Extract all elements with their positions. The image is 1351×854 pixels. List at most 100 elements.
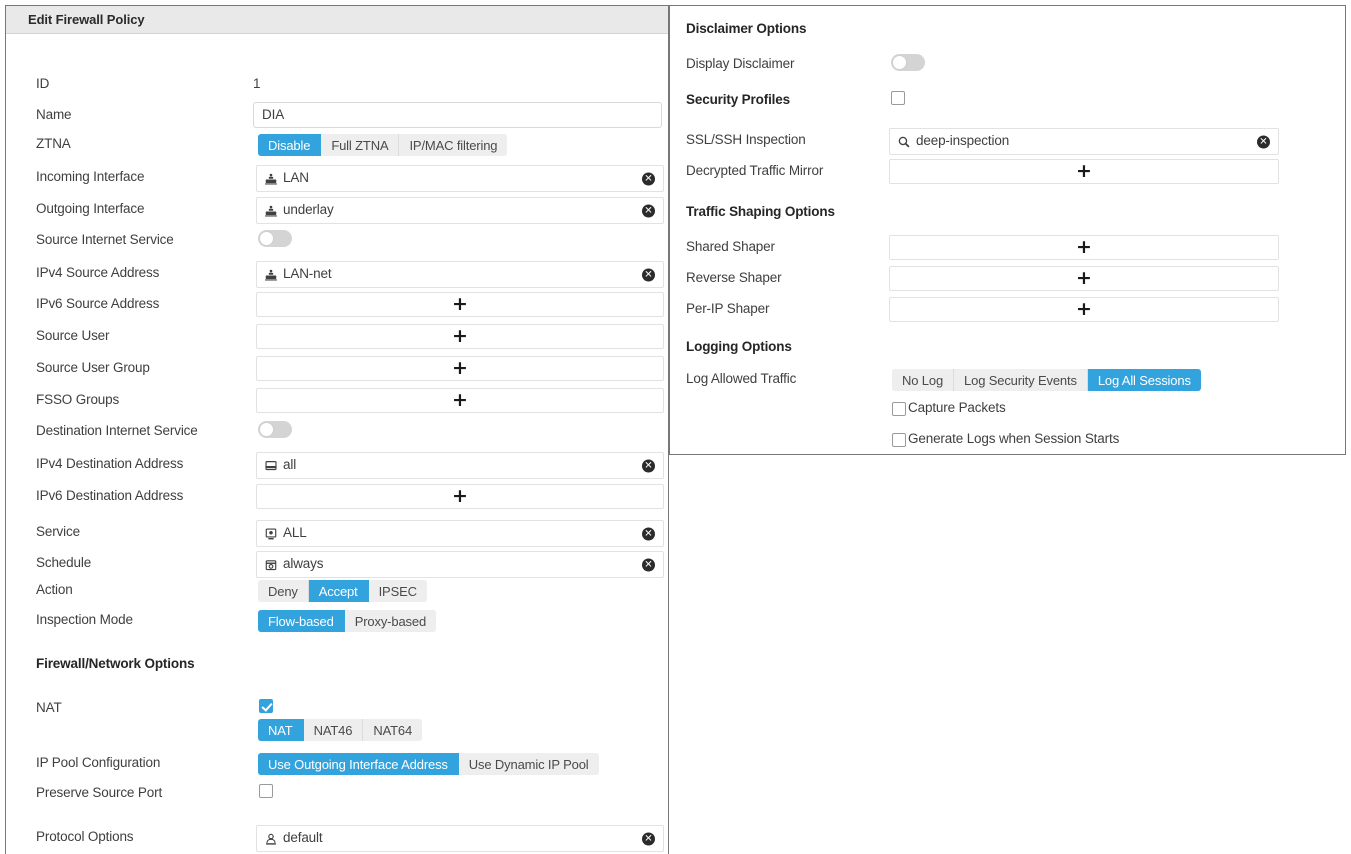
nat-mode-option-nat46[interactable]: NAT46 (304, 719, 364, 741)
ztna-segmented-control[interactable]: Disable Full ZTNA IP/MAC filtering (258, 134, 507, 156)
shared-shaper-field[interactable]: + (889, 235, 1279, 260)
service-clear-icon[interactable]: ✕ (642, 527, 655, 540)
ipv6-destination-address-field[interactable]: + (256, 484, 664, 509)
name-input-value: DIA (262, 107, 284, 122)
ipv4-source-address-label: IPv4 Source Address (36, 265, 159, 280)
outgoing-interface-value: underlay (283, 202, 334, 217)
ssl-ssh-inspection-field[interactable]: deep-inspection ✕ (889, 128, 1279, 155)
toggle-knob (259, 422, 274, 437)
ssl-ssh-inspection-label: SSL/SSH Inspection (686, 132, 806, 147)
source-user-group-label: Source User Group (36, 360, 150, 375)
incoming-interface-field[interactable]: LAN ✕ (256, 165, 664, 192)
interface-icon (264, 268, 278, 282)
toggle-knob (892, 55, 907, 70)
nat-label: NAT (36, 700, 62, 715)
disclaimer-options-heading: Disclaimer Options (686, 21, 806, 36)
id-value: 1 (253, 76, 261, 91)
logging-options-heading: Logging Options (686, 339, 792, 354)
service-label: Service (36, 524, 80, 539)
ipv4-destination-address-value: all (283, 457, 296, 472)
security-profiles-checkbox[interactable] (891, 91, 905, 105)
ztna-option-ip-mac-filtering[interactable]: IP/MAC filtering (399, 134, 507, 156)
source-internet-service-toggle[interactable] (258, 230, 292, 247)
incoming-interface-label: Incoming Interface (36, 169, 144, 184)
incoming-interface-value: LAN (283, 170, 309, 185)
add-icon[interactable]: + (257, 325, 663, 348)
preserve-source-port-label: Preserve Source Port (36, 785, 162, 800)
outgoing-interface-field[interactable]: underlay ✕ (256, 197, 664, 224)
ipv4-destination-address-clear-icon[interactable]: ✕ (642, 459, 655, 472)
ip-pool-option-use-outgoing-interface-address[interactable]: Use Outgoing Interface Address (258, 753, 459, 775)
policy-options-panel: Disclaimer Options Display Disclaimer Se… (669, 5, 1346, 455)
preserve-source-port-checkbox[interactable] (259, 784, 273, 798)
ssl-ssh-inspection-clear-icon[interactable]: ✕ (1257, 135, 1270, 148)
decrypted-traffic-mirror-field[interactable]: + (889, 159, 1279, 184)
ipv6-source-address-label: IPv6 Source Address (36, 296, 159, 311)
generate-logs-checkbox[interactable] (892, 433, 906, 447)
inspection-mode-option-proxy-based[interactable]: Proxy-based (345, 610, 436, 632)
ipv4-source-address-clear-icon[interactable]: ✕ (642, 268, 655, 281)
add-icon[interactable]: + (257, 357, 663, 380)
nat-mode-segmented-control[interactable]: NAT NAT46 NAT64 (258, 719, 422, 741)
schedule-clear-icon[interactable]: ✕ (642, 558, 655, 571)
reverse-shaper-field[interactable]: + (889, 266, 1279, 291)
outgoing-interface-clear-icon[interactable]: ✕ (642, 204, 655, 217)
add-icon[interactable]: + (890, 298, 1278, 321)
nat-mode-option-nat64[interactable]: NAT64 (363, 719, 422, 741)
schedule-value: always (283, 556, 323, 571)
schedule-field[interactable]: always ✕ (256, 551, 664, 578)
ssl-ssh-inspection-value: deep-inspection (916, 133, 1009, 148)
ip-pool-option-use-dynamic-ip-pool[interactable]: Use Dynamic IP Pool (459, 753, 599, 775)
inspection-mode-segmented-control[interactable]: Flow-based Proxy-based (258, 610, 436, 632)
per-ip-shaper-field[interactable]: + (889, 297, 1279, 322)
protocol-options-field[interactable]: default ✕ (256, 825, 664, 852)
generate-logs-label: Generate Logs when Session Starts (908, 431, 1119, 446)
add-icon[interactable]: + (257, 293, 663, 316)
action-option-accept[interactable]: Accept (309, 580, 369, 602)
inspection-icon (897, 135, 911, 149)
fsso-groups-field[interactable]: + (256, 388, 664, 413)
display-disclaimer-label: Display Disclaimer (686, 56, 794, 71)
ipv6-source-address-field[interactable]: + (256, 292, 664, 317)
ipv4-source-address-value: LAN-net (283, 266, 331, 281)
add-icon[interactable]: + (890, 267, 1278, 290)
destination-internet-service-toggle[interactable] (258, 421, 292, 438)
log-option-log-all-sessions[interactable]: Log All Sessions (1088, 369, 1201, 391)
address-icon (264, 459, 278, 473)
source-user-field[interactable]: + (256, 324, 664, 349)
add-icon[interactable]: + (890, 236, 1278, 259)
ztna-option-disable[interactable]: Disable (258, 134, 321, 156)
nat-checkbox[interactable] (259, 699, 273, 713)
shared-shaper-label: Shared Shaper (686, 239, 775, 254)
panel-header: Edit Firewall Policy (6, 6, 668, 34)
capture-packets-checkbox[interactable] (892, 402, 906, 416)
ipv4-destination-address-label: IPv4 Destination Address (36, 456, 183, 471)
protocol-options-clear-icon[interactable]: ✕ (642, 832, 655, 845)
ztna-label: ZTNA (36, 136, 71, 151)
action-option-ipsec[interactable]: IPSEC (369, 580, 427, 602)
log-option-log-security-events[interactable]: Log Security Events (954, 369, 1088, 391)
source-user-label: Source User (36, 328, 109, 343)
source-user-group-field[interactable]: + (256, 356, 664, 381)
ztna-option-full-ztna[interactable]: Full ZTNA (321, 134, 399, 156)
name-label: Name (36, 107, 71, 122)
action-option-deny[interactable]: Deny (258, 580, 309, 602)
display-disclaimer-toggle[interactable] (891, 54, 925, 71)
inspection-mode-option-flow-based[interactable]: Flow-based (258, 610, 345, 632)
add-icon[interactable]: + (257, 389, 663, 412)
add-icon[interactable]: + (890, 160, 1278, 183)
ip-pool-configuration-segmented-control[interactable]: Use Outgoing Interface Address Use Dynam… (258, 753, 599, 775)
log-option-no-log[interactable]: No Log (892, 369, 954, 391)
name-input[interactable]: DIA (253, 102, 662, 128)
destination-internet-service-label: Destination Internet Service (36, 423, 198, 438)
nat-mode-option-nat[interactable]: NAT (258, 719, 304, 741)
incoming-interface-clear-icon[interactable]: ✕ (642, 172, 655, 185)
reverse-shaper-label: Reverse Shaper (686, 270, 781, 285)
action-segmented-control[interactable]: Deny Accept IPSEC (258, 580, 427, 602)
ipv4-source-address-field[interactable]: LAN-net ✕ (256, 261, 664, 288)
add-icon[interactable]: + (257, 485, 663, 508)
log-allowed-traffic-segmented-control[interactable]: No Log Log Security Events Log All Sessi… (892, 369, 1201, 391)
schedule-label: Schedule (36, 555, 91, 570)
service-field[interactable]: ALL ✕ (256, 520, 664, 547)
ipv4-destination-address-field[interactable]: all ✕ (256, 452, 664, 479)
